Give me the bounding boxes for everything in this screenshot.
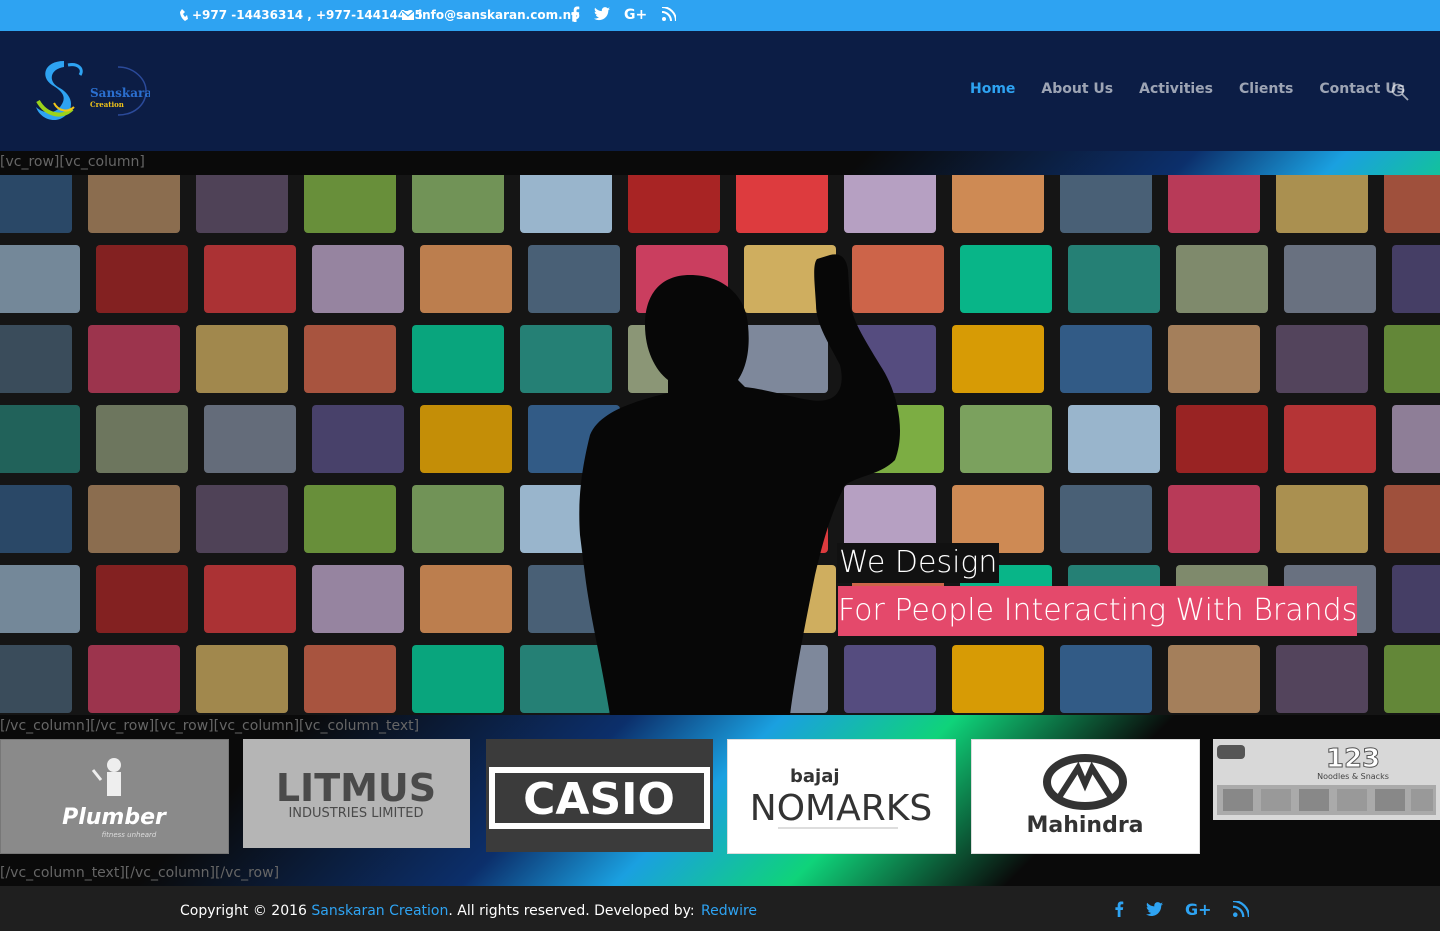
nav-item-home[interactable]: Home	[970, 81, 1015, 97]
content-area: [vc_row][vc_column] We Design For People…	[0, 151, 1440, 886]
phone-contact: +977 -14436314 , +977-14414405	[180, 8, 423, 22]
hero-banner: We Design For People Interacting With Br…	[0, 175, 1440, 715]
facebook-icon[interactable]	[1114, 900, 1124, 918]
client-logo-casio[interactable]: CASIO	[486, 739, 713, 852]
shortcode-text-top: [vc_row][vc_column]	[0, 154, 145, 170]
client-name-123: 123	[1326, 744, 1380, 774]
site-logo[interactable]: Sanskaran Creation	[34, 57, 161, 125]
nav-item-clients[interactable]: Clients	[1239, 81, 1293, 97]
search-icon[interactable]	[1391, 83, 1409, 101]
twitter-icon[interactable]	[1146, 900, 1163, 918]
phone-icon	[180, 9, 188, 21]
client-sub-plumber: fitness unheard	[102, 831, 157, 839]
logo-text-creation: Creation	[90, 100, 124, 109]
site-footer: Copyright © 2016 Sanskaran Creation. All…	[0, 886, 1440, 931]
nav-item-about-us[interactable]: About Us	[1041, 81, 1113, 97]
google-plus-icon[interactable]: G+	[1185, 900, 1211, 918]
hero-tagline: For People Interacting With Brands	[838, 586, 1358, 636]
developer-link[interactable]: Redwire	[701, 903, 757, 919]
top-bar: +977 -14436314 , +977-14414405 info@sans…	[0, 0, 1440, 31]
site-header: Sanskaran Creation Home About Us Activit…	[0, 31, 1440, 151]
copyright-link[interactable]: Sanskaran Creation	[311, 903, 448, 919]
copyright-prefix: Copyright © 2016	[180, 903, 312, 919]
twitter-icon[interactable]	[594, 6, 610, 22]
client-logo-123[interactable]: 123 Noodles & Snacks	[1213, 739, 1440, 820]
client-name-plumber: Plumber	[62, 805, 167, 830]
client-logo-mahindra[interactable]: Mahindra	[971, 739, 1200, 854]
nav-item-activities[interactable]: Activities	[1139, 81, 1213, 97]
copyright-suffix: . All rights reserved. Developed by:	[448, 903, 700, 919]
client-name-nomarks: NOMARKS	[750, 788, 932, 829]
client-sub-123: Noodles & Snacks	[1317, 772, 1389, 781]
phone-text: +977 -14436314 , +977-14414405	[192, 8, 423, 22]
svg-text:G+: G+	[624, 7, 647, 22]
client-sub-litmus: INDUSTRIES LIMITED	[288, 806, 423, 821]
email-contact[interactable]: info@sanskaran.com.np	[402, 8, 580, 22]
client-brand-bajaj: bajaj	[790, 766, 840, 787]
copyright-text: Copyright © 2016 Sanskaran Creation. All…	[180, 903, 757, 919]
svg-text:G+: G+	[1185, 900, 1211, 918]
hero-headline: We Design	[837, 543, 1000, 583]
client-logo-plumber[interactable]: Plumber fitness unheard	[0, 739, 229, 854]
footer-social-links: G+	[1114, 900, 1249, 918]
google-plus-icon[interactable]: G+	[624, 6, 648, 22]
client-name-casio: CASIO	[523, 774, 675, 825]
rss-icon[interactable]	[662, 6, 676, 22]
shortcode-text-middle: [/vc_column][/vc_row][vc_row][vc_column]…	[0, 718, 420, 734]
top-social-links: G+	[570, 6, 676, 22]
client-name-litmus: LITMUS	[276, 766, 436, 810]
mail-icon	[402, 10, 414, 20]
rss-icon[interactable]	[1233, 900, 1249, 918]
logo-text-sanskaran: Sanskaran	[90, 86, 150, 100]
main-navigation: Home About Us Activities Clients Contact…	[970, 81, 1431, 97]
client-name-mahindra: Mahindra	[1026, 813, 1143, 838]
email-text[interactable]: info@sanskaran.com.np	[418, 8, 580, 22]
client-logo-litmus[interactable]: LITMUS INDUSTRIES LIMITED	[243, 739, 470, 848]
shortcode-text-bottom: [/vc_column_text][/vc_column][/vc_row]	[0, 865, 280, 881]
client-logo-nomarks[interactable]: bajaj NOMARKS	[727, 739, 956, 854]
facebook-icon[interactable]	[570, 6, 580, 22]
